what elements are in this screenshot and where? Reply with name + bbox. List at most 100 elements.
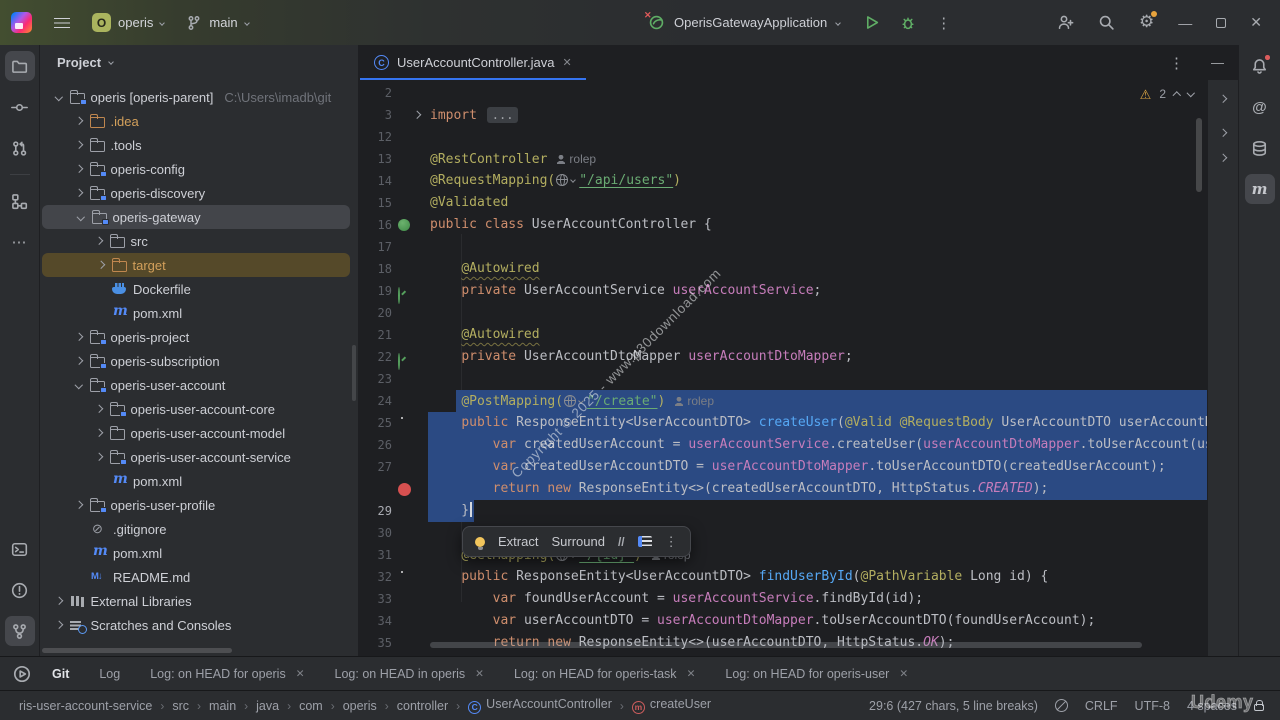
next-warning-button[interactable]	[1186, 89, 1194, 97]
project-widget[interactable]: O operis	[92, 13, 164, 32]
line-number[interactable]: 34	[366, 610, 392, 632]
code-with-me-button[interactable]	[1057, 14, 1074, 31]
tree-item[interactable]: operis-subscription	[40, 349, 358, 373]
pull-requests-tool-button[interactable]	[5, 133, 35, 163]
terminal-tool-button[interactable]	[5, 534, 35, 564]
git-tab[interactable]: Log	[99, 667, 120, 681]
run-class-gutter-icon[interactable]	[398, 219, 410, 231]
readonly-toggle-icon[interactable]	[1055, 699, 1068, 712]
line-number[interactable]: 25	[366, 412, 392, 434]
code-line[interactable]: 32 public ResponseEntity<UserAccountDTO>…	[360, 566, 1207, 588]
code-line[interactable]: 17	[360, 236, 1207, 258]
code-line[interactable]: 33 var foundUserAccount = userAccountSer…	[360, 588, 1207, 610]
notifications-button[interactable]	[1245, 51, 1275, 81]
more-actions-button[interactable]: ⋮	[936, 14, 952, 32]
line-number[interactable]: 29	[366, 500, 392, 522]
tree-item[interactable]: .tools	[40, 133, 358, 157]
line-number[interactable]: 20	[366, 302, 392, 324]
popup-more-button[interactable]: ⋮	[665, 534, 678, 550]
git-tab[interactable]: Log: on HEAD for operis-user✕	[725, 667, 908, 681]
tree-chevron-icon[interactable]	[75, 117, 83, 125]
tree-item[interactable]: operis-config	[40, 157, 358, 181]
tree-item[interactable]: pom.xml	[40, 469, 358, 493]
more-tools-button[interactable]: ⋯	[5, 227, 35, 257]
close-window-button[interactable]: ✕	[1250, 14, 1262, 31]
database-tool-button[interactable]	[1245, 133, 1275, 163]
code-line[interactable]: 18 @Autowired	[360, 258, 1207, 280]
comment-button[interactable]: //	[618, 535, 625, 549]
tree-item[interactable]: src	[40, 229, 358, 253]
code-line[interactable]: 22 private UserAccountDtoMapper userAcco…	[360, 346, 1207, 368]
tree-chevron-icon[interactable]	[75, 357, 83, 365]
tree-chevron-icon[interactable]	[95, 405, 103, 413]
main-menu-button[interactable]	[54, 17, 70, 29]
line-number[interactable]: 24	[366, 390, 392, 412]
search-everywhere-button[interactable]	[1098, 14, 1115, 31]
services-icon[interactable]	[13, 665, 31, 683]
close-tab-icon[interactable]: ✕	[563, 56, 572, 69]
breakpoint-icon[interactable]	[398, 483, 411, 496]
line-number[interactable]: 17	[366, 236, 392, 258]
line-number[interactable]: 26	[366, 434, 392, 456]
settings-button[interactable]: ⚙	[1139, 13, 1154, 32]
close-tab-icon[interactable]: ✕	[296, 668, 305, 680]
tree-item[interactable]: Scratches and Consoles	[40, 613, 358, 637]
line-number[interactable]: 31	[366, 544, 392, 566]
tree-item[interactable]: Dockerfile	[40, 277, 358, 301]
restore-window-button[interactable]	[1216, 18, 1226, 28]
code-line[interactable]: 14@RequestMapping("/api/users")	[360, 170, 1207, 192]
editor-vertical-scrollbar[interactable]	[1196, 118, 1202, 192]
tree-item[interactable]: operis-user-account-core	[40, 397, 358, 421]
code-line[interactable]: 16public class UserAccountController {	[360, 214, 1207, 236]
git-tab[interactable]: Log: on HEAD in operis✕	[335, 667, 484, 681]
tree-chevron-icon[interactable]	[75, 501, 83, 509]
expand-panel-chevron[interactable]	[1219, 154, 1227, 162]
line-number[interactable]: 13	[366, 148, 392, 170]
line-number[interactable]: 21	[366, 324, 392, 346]
encoding-widget[interactable]: UTF-8	[1135, 699, 1170, 713]
line-number[interactable]: 35	[366, 632, 392, 654]
structure-tool-button[interactable]	[5, 186, 35, 216]
tree-item[interactable]: pom.xml	[40, 301, 358, 325]
tree-chevron-icon[interactable]	[75, 165, 83, 173]
indent-widget[interactable]: 4 spaces	[1187, 699, 1237, 713]
previous-warning-button[interactable]	[1173, 92, 1181, 100]
tree-chevron-icon[interactable]	[95, 453, 103, 461]
code-line[interactable]: 2	[360, 82, 1207, 104]
line-number[interactable]: 2	[366, 82, 392, 104]
line-number[interactable]: 3	[366, 104, 392, 126]
tree-item[interactable]: operis-user-account-service	[40, 445, 358, 469]
breadcrumb-item[interactable]: java	[256, 699, 279, 713]
tree-item[interactable]: External Libraries	[40, 589, 358, 613]
code-line[interactable]: 23	[360, 368, 1207, 390]
url-globe-icon[interactable]	[564, 395, 576, 407]
tree-chevron-icon[interactable]	[77, 213, 85, 221]
lightbulb-icon[interactable]	[475, 537, 485, 547]
tree-chevron-icon[interactable]	[95, 429, 103, 437]
fold-chevron-icon[interactable]	[413, 111, 421, 119]
editor-tab[interactable]: C UserAccountController.java ✕	[360, 45, 586, 80]
tree-item[interactable]: .idea	[40, 109, 358, 133]
git-tab[interactable]: Git	[52, 667, 69, 681]
tree-vertical-scrollbar[interactable]	[352, 345, 356, 401]
tree-item[interactable]: operis-user-account-model	[40, 421, 358, 445]
breadcrumb-method[interactable]: mcreateUser	[632, 697, 711, 714]
branch-widget[interactable]: main	[186, 15, 248, 31]
hide-tool-window-button[interactable]: —	[1211, 55, 1224, 70]
caret-position-widget[interactable]: 29:6 (427 chars, 5 line breaks)	[869, 699, 1038, 713]
lock-icon[interactable]	[1254, 704, 1264, 712]
tab-options-button[interactable]: ⋮	[1169, 54, 1185, 72]
project-tool-button[interactable]	[5, 51, 35, 81]
close-tab-icon[interactable]: ✕	[475, 668, 484, 680]
tree-item[interactable]: target	[42, 253, 350, 277]
breadcrumb-item[interactable]: com	[299, 699, 323, 713]
code-line[interactable]: 26 var createdUserAccount = userAccountS…	[360, 434, 1207, 456]
debug-button[interactable]	[900, 15, 916, 31]
line-number[interactable]: 23	[366, 368, 392, 390]
code-line[interactable]: 3import ...	[360, 104, 1207, 126]
code-line[interactable]: 15@Validated	[360, 192, 1207, 214]
tree-horizontal-scrollbar[interactable]	[42, 648, 232, 653]
line-number[interactable]: 19	[366, 280, 392, 302]
breadcrumb-item[interactable]: ris-user-account-service	[19, 699, 152, 713]
breadcrumb-item[interactable]: controller	[397, 699, 448, 713]
